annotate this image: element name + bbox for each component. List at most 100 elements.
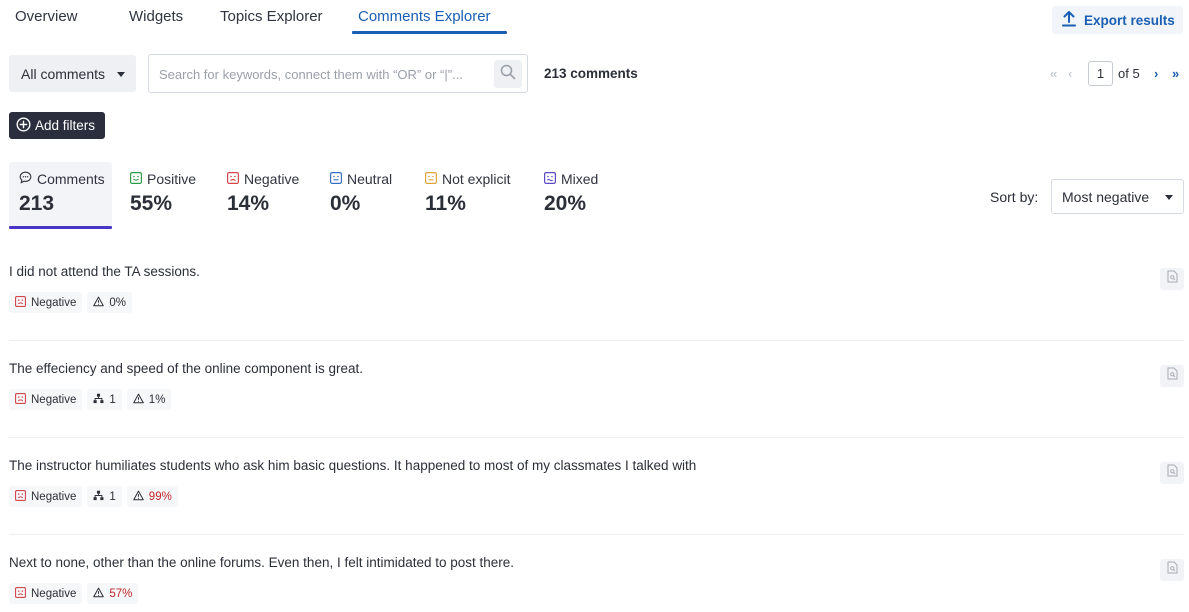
search-button[interactable] bbox=[494, 60, 522, 88]
active-tab-indicator bbox=[352, 31, 507, 34]
sentiment-label: Negative bbox=[31, 587, 77, 600]
warning-triangle-icon bbox=[133, 490, 144, 504]
page-number-input[interactable]: 1 bbox=[1088, 61, 1113, 86]
warning-triangle-icon bbox=[133, 393, 144, 407]
risk-badge[interactable]: 1% bbox=[126, 389, 172, 410]
divider bbox=[9, 534, 1184, 535]
comment-filter-dropdown[interactable]: All comments bbox=[9, 55, 136, 92]
negative-face-icon bbox=[15, 489, 27, 504]
comment-text: I did not attend the TA sessions. bbox=[9, 264, 200, 279]
topics-badge[interactable]: 1 bbox=[87, 486, 122, 507]
export-results-button[interactable]: Export results bbox=[1052, 6, 1183, 34]
sentiment-badge[interactable]: Negative bbox=[9, 292, 83, 313]
stat-label: Negative bbox=[244, 171, 300, 187]
speech-bubble-icon bbox=[19, 171, 32, 187]
risk-badge[interactable]: 0% bbox=[87, 292, 133, 313]
negative-face-icon bbox=[15, 586, 27, 601]
mixed-face-icon bbox=[544, 171, 557, 187]
stat-label: Comments bbox=[37, 171, 105, 187]
stat-value: 20% bbox=[544, 192, 587, 215]
view-comment-button[interactable] bbox=[1160, 462, 1184, 484]
document-icon bbox=[1167, 464, 1178, 482]
upload-icon bbox=[1062, 10, 1076, 30]
search-input[interactable] bbox=[159, 63, 489, 85]
comment-row: Next to none, other than the online foru… bbox=[0, 549, 1189, 612]
negative-face-icon bbox=[15, 392, 27, 407]
caret-down-icon bbox=[117, 72, 125, 77]
sentiment-badge[interactable]: Negative bbox=[9, 486, 83, 507]
top-navigation: Overview Widgets Topics Explorer Comment… bbox=[0, 0, 1189, 40]
search-box bbox=[148, 54, 528, 93]
sentiment-label: Negative bbox=[31, 393, 77, 406]
risk-badge[interactable]: 99% bbox=[126, 486, 178, 507]
tab-overview[interactable]: Overview bbox=[15, 8, 78, 25]
document-icon bbox=[1167, 561, 1178, 579]
hierarchy-icon bbox=[93, 393, 104, 407]
warning-triangle-icon bbox=[93, 296, 105, 310]
export-results-label: Export results bbox=[1084, 12, 1175, 28]
stat-value: 14% bbox=[227, 192, 270, 215]
sort-by-label: Sort by: bbox=[990, 189, 1039, 205]
tab-comments-explorer[interactable]: Comments Explorer bbox=[358, 8, 491, 25]
first-page-button[interactable]: « bbox=[1050, 66, 1057, 81]
comment-filter-value: All comments bbox=[21, 65, 106, 82]
warning-triangle-icon bbox=[93, 587, 105, 601]
sentiment-badge[interactable]: Negative bbox=[9, 389, 83, 410]
stat-tab-positive[interactable]: Positive 55% bbox=[130, 171, 196, 216]
page-total-label: of 5 bbox=[1118, 66, 1140, 81]
negative-face-icon bbox=[15, 295, 27, 310]
stat-tab-not-explicit[interactable]: Not explicit 11% bbox=[425, 171, 510, 216]
caret-down-icon bbox=[1165, 195, 1173, 200]
comment-count: 213 comments bbox=[544, 66, 638, 81]
sentiment-label: Negative bbox=[31, 490, 77, 503]
risk-value: 0% bbox=[109, 296, 127, 309]
not-explicit-face-icon bbox=[425, 171, 438, 187]
stat-value: 11% bbox=[425, 192, 466, 215]
comment-text: Next to none, other than the online foru… bbox=[9, 555, 515, 570]
positive-face-icon bbox=[130, 171, 143, 187]
risk-value: 57% bbox=[109, 587, 133, 600]
negative-face-icon bbox=[227, 171, 240, 187]
stat-value: 0% bbox=[330, 192, 361, 215]
document-icon bbox=[1167, 367, 1178, 385]
search-icon bbox=[500, 64, 516, 85]
stat-label: Not explicit bbox=[442, 171, 511, 187]
stat-tab-comments[interactable]: Comments 213 bbox=[9, 162, 112, 226]
stat-label: Positive bbox=[147, 171, 197, 187]
add-filters-label: Add filters bbox=[35, 118, 96, 133]
hierarchy-icon bbox=[93, 490, 104, 504]
view-comment-button[interactable] bbox=[1160, 268, 1184, 290]
tab-topics-explorer[interactable]: Topics Explorer bbox=[220, 8, 323, 25]
add-filters-button[interactable]: Add filters bbox=[9, 112, 105, 139]
sentiment-badge[interactable]: Negative bbox=[9, 583, 83, 604]
stat-tab-neutral[interactable]: Neutral 0% bbox=[330, 171, 392, 216]
last-page-button[interactable]: » bbox=[1172, 66, 1179, 81]
neutral-face-icon bbox=[330, 171, 343, 187]
topics-badge[interactable]: 1 bbox=[87, 389, 122, 410]
next-page-button[interactable]: › bbox=[1154, 66, 1158, 81]
active-stat-indicator bbox=[9, 226, 112, 229]
sentiment-label: Negative bbox=[31, 296, 77, 309]
document-icon bbox=[1167, 270, 1178, 288]
divider bbox=[9, 340, 1184, 341]
comment-text: The effeciency and speed of the online c… bbox=[9, 361, 363, 376]
stat-label: Mixed bbox=[561, 171, 599, 187]
stat-value: 213 bbox=[19, 192, 55, 215]
sort-select[interactable]: Most negative bbox=[1051, 179, 1184, 214]
topics-count: 1 bbox=[109, 490, 116, 503]
stat-tab-negative[interactable]: Negative 14% bbox=[227, 171, 299, 216]
stat-value: 55% bbox=[130, 192, 173, 215]
risk-badge[interactable]: 57% bbox=[87, 583, 139, 604]
view-comment-button[interactable] bbox=[1160, 559, 1184, 581]
risk-value: 1% bbox=[148, 393, 166, 406]
stat-label: Neutral bbox=[347, 171, 393, 187]
previous-page-button[interactable]: ‹ bbox=[1068, 66, 1072, 81]
stat-tab-mixed[interactable]: Mixed 20% bbox=[544, 171, 598, 216]
plus-circle-icon bbox=[16, 116, 31, 135]
tab-widgets[interactable]: Widgets bbox=[129, 8, 183, 25]
view-comment-button[interactable] bbox=[1160, 365, 1184, 387]
sort-select-value: Most negative bbox=[1062, 188, 1150, 205]
divider bbox=[9, 437, 1184, 438]
risk-value: 99% bbox=[148, 490, 172, 503]
comment-text: The instructor humiliates students who a… bbox=[9, 458, 697, 473]
